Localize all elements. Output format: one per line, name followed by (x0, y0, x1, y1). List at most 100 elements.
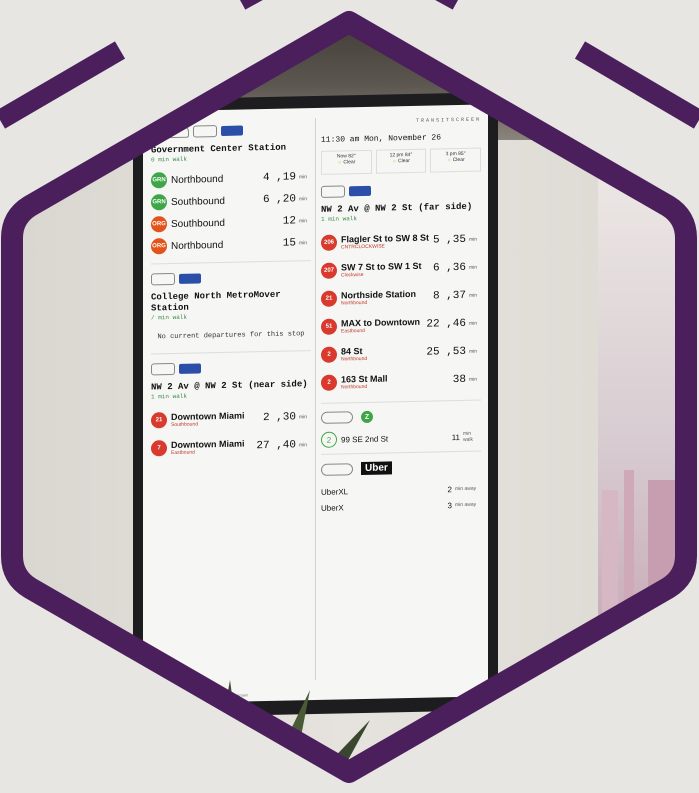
route-badge: 207 (321, 262, 337, 279)
clock-date: 11:30 am Mon, November 26 (321, 133, 442, 145)
agency-logo-icon (179, 363, 201, 374)
photo: Government Center Station 0 min walk GRN… (0, 0, 699, 793)
departure-time: 27 ,40 (256, 439, 296, 453)
metromover-logo-row (151, 267, 311, 288)
column-divider (315, 117, 316, 681)
departure-time: 8 ,37 (432, 289, 466, 303)
bus-departure-row: 2 163 St Mall Northbound 38 min (321, 366, 481, 397)
time-unit: min (469, 292, 478, 299)
transit-screen: Government Center Station 0 min walk GRN… (143, 104, 488, 704)
departure-time: 5 ,35 (432, 233, 466, 247)
direction-label: Northbound (171, 173, 224, 186)
bus-direction: Northbound (341, 299, 368, 307)
right-column: TRANSITSCREEN 11:30 am Mon, November 26 … (321, 111, 482, 700)
bus-direction: Eastbound (171, 449, 195, 457)
bus-direction: Southbound (171, 421, 198, 429)
bus-direction: Northbound (341, 355, 368, 363)
uber-header: Uber (321, 460, 481, 476)
time-unit: min (299, 174, 308, 181)
zipcar-walk-time: 11 (451, 432, 460, 442)
metromover-icon (193, 125, 217, 138)
weather-cell: 3 pm 85° ☼ Clear (430, 147, 482, 173)
bus-departure-row: 206 Flagler St to SW 8 St CNTRCLOCKWISE … (321, 226, 481, 257)
time-unit: min away (455, 485, 477, 493)
route-badge: 21 (151, 412, 167, 429)
bus-destination: MAX to Downtown (341, 316, 420, 329)
bus-direction: CNTRCLOCKWISE (341, 243, 385, 251)
departure-time: 6 ,20 (262, 193, 296, 207)
bus-destination: SW 7 St to SW 1 St (341, 260, 422, 273)
weather-cell: 12 pm 84° ☼ Clear (375, 148, 427, 174)
agency-logo-icon (349, 185, 371, 197)
time-unit: min (469, 236, 478, 243)
uber-option-name: UberX (321, 502, 344, 513)
bus-icon (151, 362, 175, 376)
route-badge: 51 (321, 318, 337, 335)
route-badge: 7 (151, 440, 167, 457)
time-unit: min (469, 264, 478, 271)
weather-cond: Clear (452, 156, 465, 164)
uber-eta: 2 (447, 484, 452, 494)
car-count-badge: 2 (321, 431, 337, 448)
zipcar-logo-icon: Z (361, 410, 373, 424)
window-view (598, 170, 699, 650)
car-icon (321, 462, 353, 476)
metromover-icon (151, 272, 175, 286)
line-badge: ORG (151, 216, 167, 233)
time-unit: min (469, 376, 478, 383)
route-badge: 2 (321, 346, 337, 363)
divider (151, 260, 311, 265)
metrorail-icon (151, 125, 189, 139)
bus-direction: Northbound (341, 383, 368, 391)
route-badge: 21 (321, 290, 337, 307)
departure-time: 22 ,46 (426, 317, 466, 331)
bus-direction: Eastbound (341, 327, 365, 335)
bus-departure-row: 2 84 St Northbound 25 ,53 min (321, 338, 481, 369)
bus-departure-row: 21 Downtown Miami Southbound 2 ,30 min (151, 403, 311, 434)
line-badge: ORG (151, 238, 167, 255)
no-departures-message: No current departures for this stop (157, 330, 305, 342)
metrorail-logo-row (151, 120, 311, 141)
bus-departure-row: 21 Northside Station Northbound 8 ,37 mi… (321, 282, 481, 313)
direction-label: Southbound (171, 217, 225, 230)
bus-text: 163 St Mall Northbound (341, 372, 453, 390)
weather-cond: Clear (398, 158, 410, 165)
uber-option-row: UberX 3 min away (321, 497, 481, 516)
bus-logo-row (151, 357, 311, 378)
departure-time: 4 ,19 (262, 171, 296, 185)
departure-time: 2 ,30 (262, 411, 296, 425)
departure-time: 15 (282, 237, 296, 250)
time-unit: min (299, 414, 308, 421)
bus-departure-row: 207 SW 7 St to SW 1 St Clockwise 6 ,36 m… (321, 254, 481, 285)
bus-text: 84 St Northbound (341, 345, 426, 363)
divider (321, 399, 481, 404)
line-badge: GRN (151, 194, 167, 211)
direction-label: Southbound (171, 195, 225, 208)
bus-text: SW 7 St to SW 1 St Clockwise (341, 261, 433, 279)
departure-time: 12 (282, 215, 296, 228)
zipcar-header: Z (321, 409, 481, 424)
agency-logo-icon (179, 273, 201, 284)
time-unit: min (299, 240, 308, 247)
left-column: Government Center Station 0 min walk GRN… (151, 114, 311, 703)
time-unit: min (299, 442, 308, 449)
car-icon (321, 411, 353, 424)
route-badge: 2 (321, 374, 337, 391)
weather-row: Now 82° ☼ Clear 12 pm 84° ☼ Clear 3 pm 8… (321, 147, 482, 175)
bus-icon (321, 185, 345, 198)
time-unit: min (469, 348, 478, 355)
uber-eta: 3 (447, 500, 452, 510)
sun-icon: ☼ (337, 159, 342, 166)
bus-text: Flagler St to SW 8 St CNTRCLOCKWISE (341, 233, 433, 251)
bus-text: Downtown Miami Eastbound (171, 438, 256, 456)
bus-departure-row: 51 MAX to Downtown Eastbound 22 ,46 min (321, 310, 481, 341)
sun-icon: ☼ (446, 157, 452, 164)
route-badge: 206 (321, 234, 337, 251)
departure-row: ORG Northbound 15 min (151, 232, 311, 257)
plant (210, 680, 370, 793)
direction-label: Northbound (171, 239, 224, 252)
time-unit: min away (455, 501, 477, 509)
departure-time: 25 ,53 (426, 345, 466, 359)
bus-logo-row (321, 180, 481, 201)
time-unit: min walk (463, 430, 474, 443)
